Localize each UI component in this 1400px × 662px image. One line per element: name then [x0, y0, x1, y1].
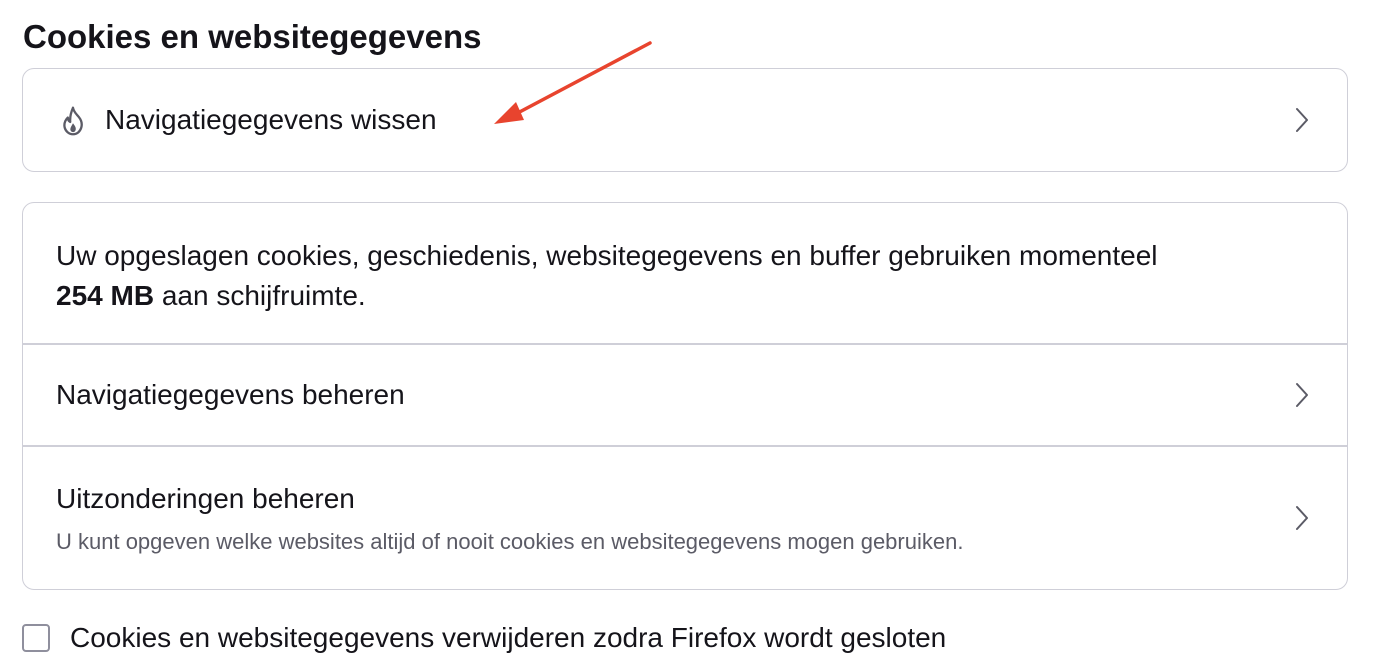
storage-size: 254 MB — [56, 280, 155, 311]
flame-icon — [63, 106, 83, 136]
storage-text-after: aan schijfruimte. — [161, 280, 366, 311]
chevron-right-icon — [1296, 108, 1308, 132]
manage-data-label: Navigatiegegevens beheren — [56, 379, 405, 410]
section-title: Cookies en websitegegevens — [23, 18, 482, 55]
clear-data-button[interactable]: Navigatiegegevens wissen — [23, 69, 1347, 170]
delete-on-close-label: Cookies en websitegegevens verwijderen z… — [70, 622, 947, 653]
manage-exceptions-description: U kunt opgeven welke websites altijd of … — [56, 529, 964, 554]
delete-on-close-checkbox[interactable] — [22, 624, 50, 652]
chevron-right-icon — [1296, 506, 1308, 530]
delete-on-close-option[interactable]: Cookies en websitegegevens verwijderen z… — [22, 622, 946, 654]
storage-usage-text: Uw opgeslagen cookies, geschiedenis, web… — [56, 236, 1287, 316]
clear-data-card: Navigatiegegevens wissen — [22, 68, 1348, 172]
manage-exceptions-button[interactable]: Uitzonderingen beheren U kunt opgeven we… — [23, 447, 1347, 587]
manage-data-button[interactable]: Navigatiegegevens beheren — [23, 345, 1347, 445]
manage-exceptions-label: Uitzonderingen beheren — [56, 483, 355, 514]
storage-text-before: Uw opgeslagen cookies, geschiedenis, web… — [56, 240, 1158, 271]
clear-data-label: Navigatiegegevens wissen — [105, 103, 437, 135]
site-data-card: Uw opgeslagen cookies, geschiedenis, web… — [22, 202, 1348, 590]
annotation-arrow — [494, 41, 652, 124]
chevron-right-icon — [1296, 383, 1308, 407]
